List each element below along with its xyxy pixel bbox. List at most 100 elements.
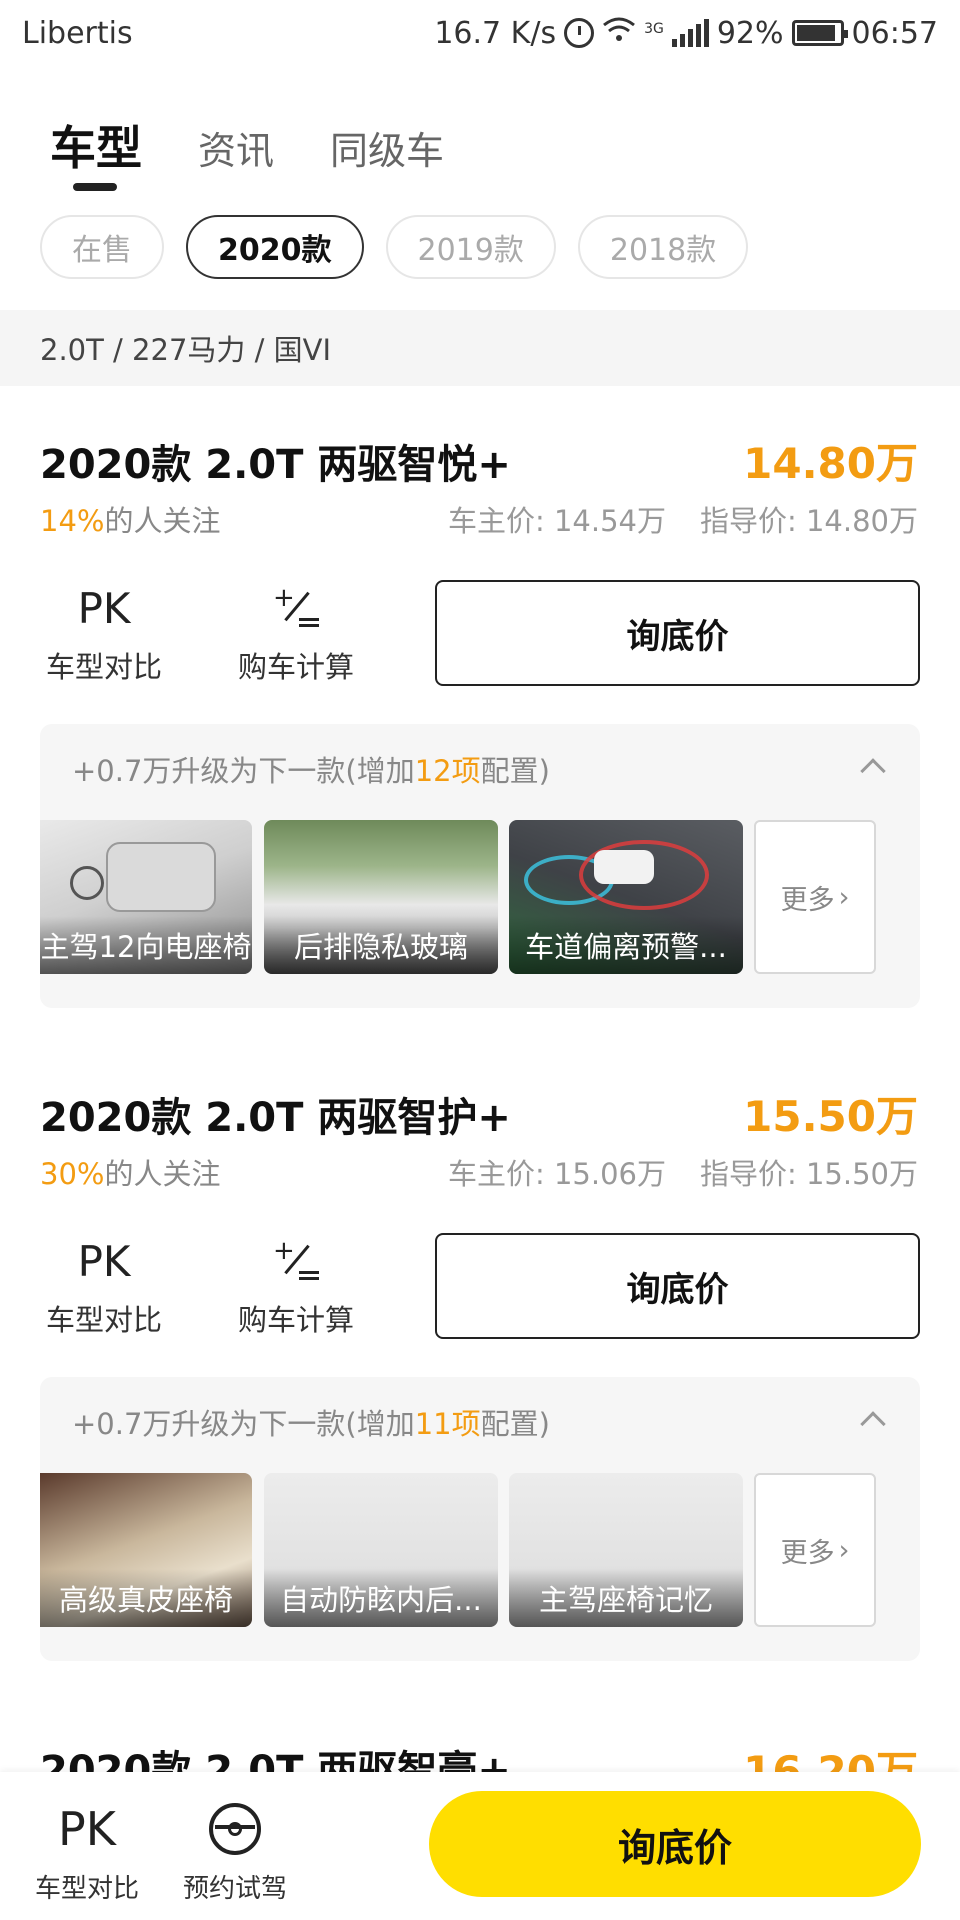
calculator-label: 购车计算 <box>237 1303 354 1337</box>
attention-suffix: 的人关注 <box>104 1157 221 1191</box>
compare-label: 车型对比 <box>45 1303 162 1337</box>
owner-price: 车主价: 14.54万 <box>447 504 666 538</box>
chip-on-sale[interactable]: 在售 <box>40 215 164 279</box>
upgrade-prefix: +0.7万升级为下一款(增加 <box>72 754 415 788</box>
upgrade-count: 11项 <box>414 1407 481 1441</box>
steering-wheel-icon-wrap <box>172 1800 298 1858</box>
upgrade-text: +0.7万升级为下一款(增加11项配置) <box>72 1401 550 1443</box>
status-icons: 16.7 K/s 3G 92% 06:57 <box>434 15 938 51</box>
feature-caption: 主驾座椅记忆 <box>509 1569 743 1627</box>
network-speed: 16.7 K/s <box>434 15 557 51</box>
inquiry-price-cta[interactable]: 询底价 <box>429 1791 921 1897</box>
carrier-name: Libertis <box>22 15 133 51</box>
top-tabs: 车型 资讯 同级车 <box>50 112 444 178</box>
feature-caption: 自动防眩内后... <box>264 1569 498 1627</box>
trim-name[interactable]: 2020款 2.0T 两驱智护+ <box>40 1085 511 1143</box>
pk-icon: PK <box>77 1236 131 1286</box>
attention-percent: 30% <box>40 1157 105 1191</box>
feature-caption: 车道偏离预警... <box>509 916 743 974</box>
chevron-right-icon: › <box>838 881 850 913</box>
feature-caption: 高级真皮座椅 <box>40 1569 252 1627</box>
alarm-icon <box>564 18 595 48</box>
upgrade-suffix: 配置) <box>480 1407 550 1441</box>
compare-button[interactable]: PK 车型对比 <box>34 1233 174 1339</box>
tab-news[interactable]: 资讯 <box>198 120 274 175</box>
chip-2018[interactable]: 2018款 <box>577 215 749 279</box>
tab-models[interactable]: 车型 <box>50 112 142 178</box>
compare-button[interactable]: PK 车型对比 <box>34 580 174 686</box>
attention-rate: 30%的人关注 <box>40 1151 220 1193</box>
feature-card[interactable]: 车道偏离预警... <box>509 820 743 974</box>
inquiry-price-button[interactable]: 询底价 <box>435 580 920 686</box>
more-label: 更多 <box>780 884 835 916</box>
engine-spec-header: 2.0T / 227马力 / 国VI <box>0 310 960 386</box>
upgrade-prefix: +0.7万升级为下一款(增加 <box>72 1407 415 1441</box>
more-features-button[interactable]: 更多 › <box>754 1473 876 1627</box>
steering-wheel-icon <box>209 1803 261 1855</box>
feature-caption: 主驾12向电座椅 <box>40 916 252 974</box>
clock: 06:57 <box>851 15 938 51</box>
seat-knob-graphic <box>106 842 216 912</box>
wifi-icon <box>602 15 636 51</box>
tab-competitors[interactable]: 同级车 <box>330 120 444 175</box>
seat-dial-graphic <box>70 866 104 900</box>
trim-price: 14.80万 <box>743 439 918 488</box>
attention-percent: 14% <box>40 504 105 538</box>
attention-rate: 14%的人关注 <box>40 498 220 540</box>
chevron-up-icon[interactable] <box>860 1411 886 1437</box>
car-graphic <box>594 850 654 884</box>
feature-caption: 后排隐私玻璃 <box>264 916 498 974</box>
upgrade-suffix: 配置) <box>480 754 550 788</box>
chip-2019[interactable]: 2019款 <box>385 215 556 279</box>
calculator-button[interactable]: + 购车计算 <box>226 1233 366 1339</box>
feature-card[interactable]: 高级真皮座椅 <box>40 1473 252 1627</box>
attention-suffix: 的人关注 <box>104 504 221 538</box>
year-filter: 在售 2020款 2019款 2018款 <box>40 215 749 279</box>
active-tab-indicator <box>73 183 117 191</box>
feature-card[interactable]: 主驾座椅记忆 <box>509 1473 743 1627</box>
trim-price: 15.50万 <box>743 1092 918 1141</box>
status-bar: Libertis 16.7 K/s 3G 92% 06:57 <box>0 0 960 66</box>
pk-icon: PK <box>77 583 131 633</box>
battery-percent: 92% <box>716 15 784 51</box>
feature-card[interactable]: 后排隐私玻璃 <box>264 820 498 974</box>
trim-card: 2020款 2.0T 两驱智悦+ 14.80万 14%的人关注 车主价: 14.… <box>0 432 960 1032</box>
test-drive-button[interactable]: 预约试驾 <box>172 1800 298 1905</box>
feature-card[interactable]: 自动防眩内后... <box>264 1473 498 1627</box>
upgrade-count: 12项 <box>414 754 481 788</box>
inquiry-price-button[interactable]: 询底价 <box>435 1233 920 1339</box>
trim-name[interactable]: 2020款 2.0T 两驱智豪+ <box>40 1738 511 1774</box>
signal-icon <box>671 19 709 47</box>
bottom-compare-label: 车型对比 <box>34 1874 139 1904</box>
calculator-button[interactable]: + 购车计算 <box>226 580 366 686</box>
price-details: 车主价: 15.06万 指导价: 15.50万 <box>448 1151 918 1193</box>
bottom-compare-button[interactable]: PK 车型对比 <box>24 1800 150 1905</box>
chevron-up-icon[interactable] <box>860 758 886 784</box>
pk-icon: PK <box>58 1802 116 1856</box>
calculator-icon-wrap: + <box>226 580 366 636</box>
trim-card: 2020款 2.0T 两驱智护+ 15.50万 30%的人关注 车主价: 15.… <box>0 1085 960 1685</box>
network-type: 3G <box>644 21 664 37</box>
upgrade-panel: +0.7万升级为下一款(增加12项配置) 主驾12向电座椅 后排隐私玻璃 车道偏… <box>40 724 920 1008</box>
more-label: 更多 <box>780 1537 835 1569</box>
price-details: 车主价: 14.54万 指导价: 14.80万 <box>448 498 918 540</box>
guide-price: 指导价: 14.80万 <box>699 504 918 538</box>
trim-name[interactable]: 2020款 2.0T 两驱智悦+ <box>40 432 511 490</box>
upgrade-panel: +0.7万升级为下一款(增加11项配置) 高级真皮座椅 自动防眩内后... 主驾… <box>40 1377 920 1661</box>
trim-price: 16.20万 <box>743 1747 918 1774</box>
guide-price: 指导价: 15.50万 <box>699 1157 918 1191</box>
upgrade-text: +0.7万升级为下一款(增加12项配置) <box>72 748 550 790</box>
chip-2020[interactable]: 2020款 <box>186 215 364 279</box>
test-drive-label: 预约试驾 <box>182 1874 287 1904</box>
compare-label: 车型对比 <box>45 650 162 684</box>
owner-price: 车主价: 15.06万 <box>447 1157 666 1191</box>
battery-icon <box>791 20 848 46</box>
trim-card-partial: 2020款 2.0T 两驱智豪+ 16.20万 <box>0 1738 960 1774</box>
calculator-icon: + <box>273 1238 319 1284</box>
calculator-icon-wrap: + <box>226 1233 366 1289</box>
bottom-action-bar: PK 车型对比 预约试驾 询底价 <box>0 1772 960 1920</box>
feature-card[interactable]: 主驾12向电座椅 <box>40 820 252 974</box>
calculator-icon: + <box>273 585 319 631</box>
chevron-right-icon: › <box>838 1534 850 1566</box>
more-features-button[interactable]: 更多 › <box>754 820 876 974</box>
